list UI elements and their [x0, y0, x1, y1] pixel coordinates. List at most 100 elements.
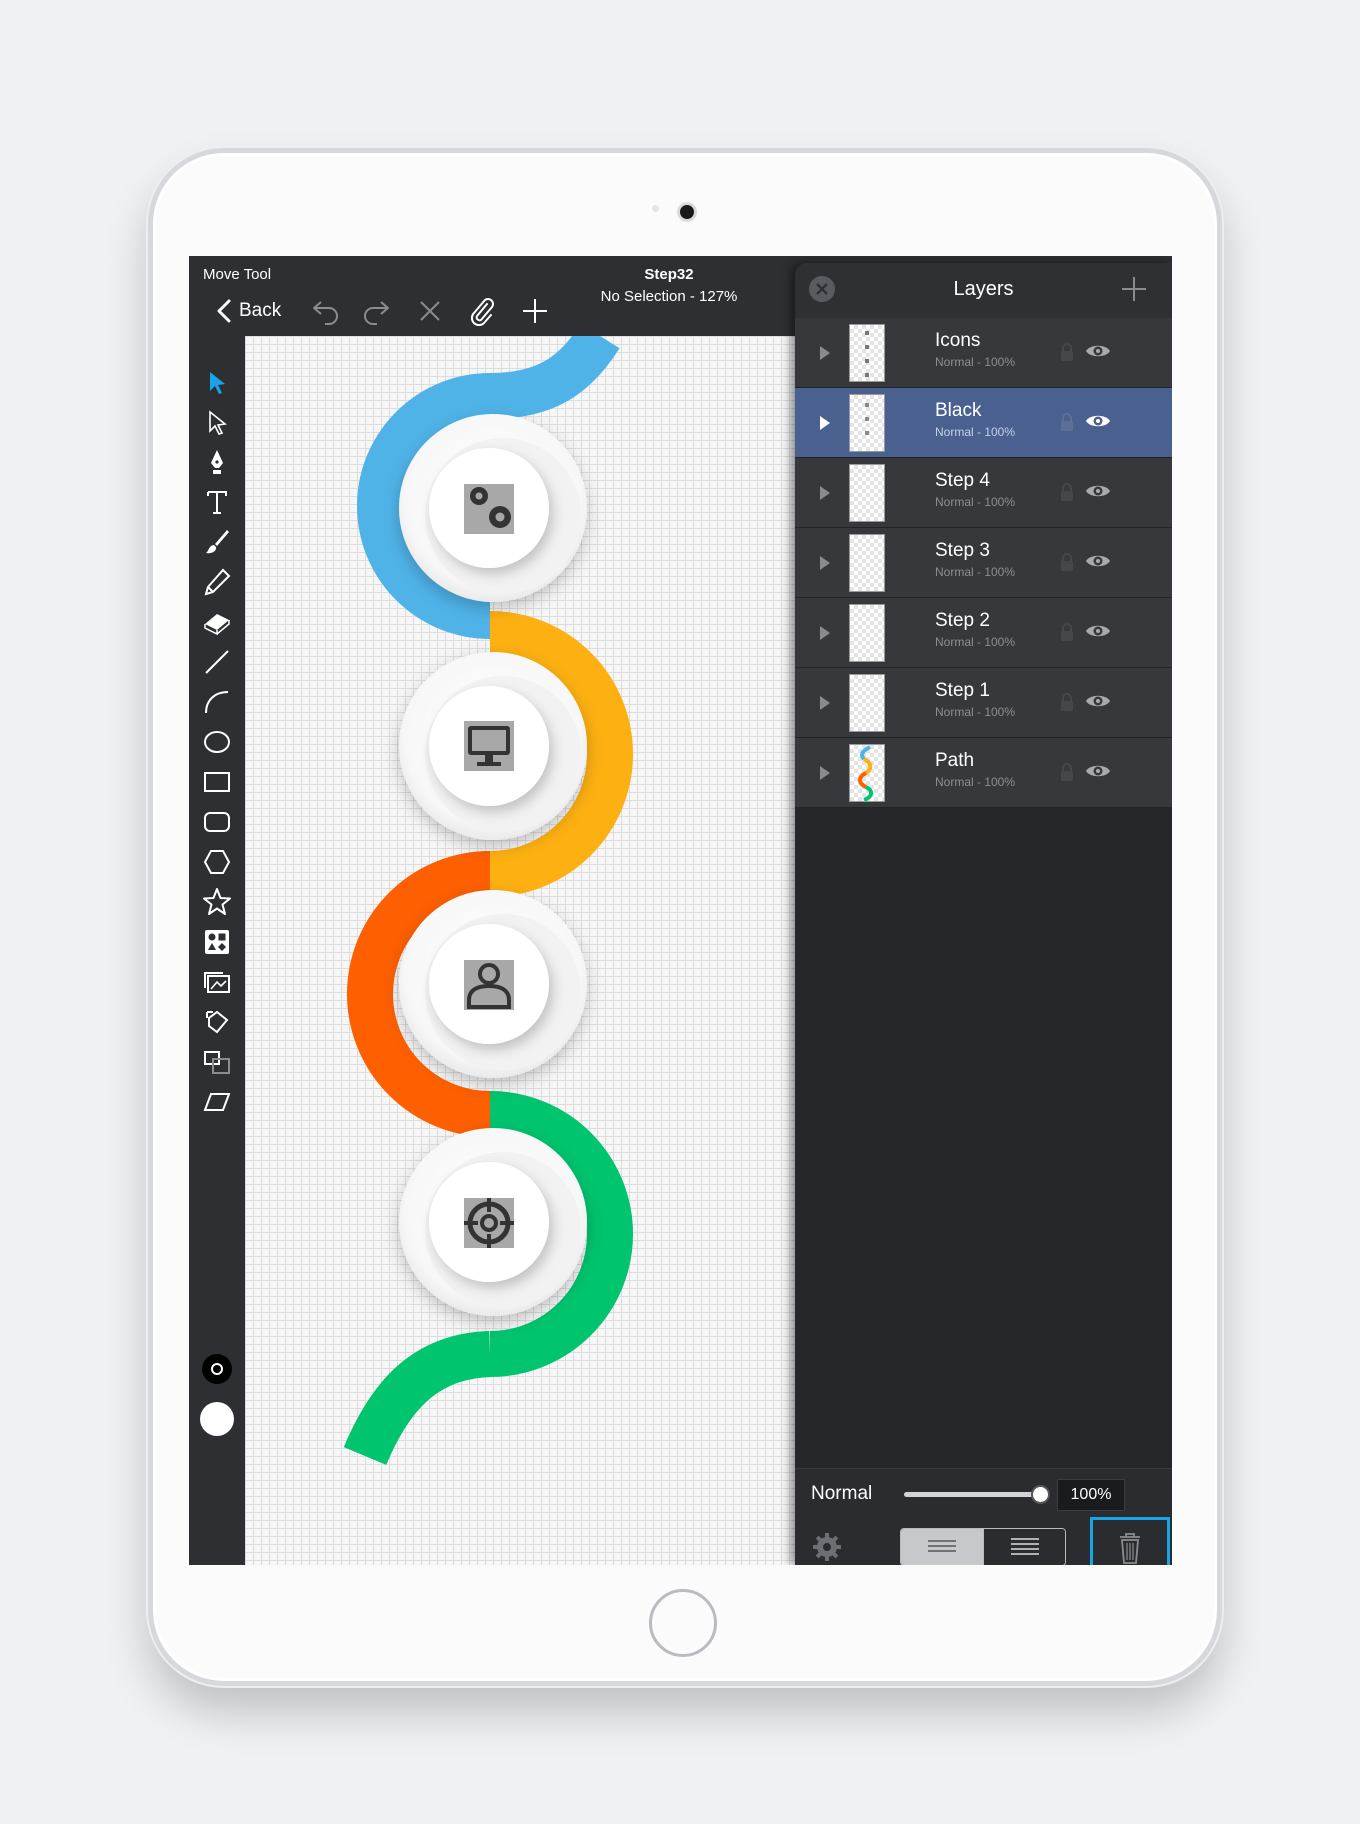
text-tool-icon[interactable] — [201, 486, 233, 518]
layer-view-toggle — [900, 1528, 1066, 1565]
line-tool-icon[interactable] — [201, 646, 233, 678]
opacity-slider[interactable] — [904, 1492, 1044, 1497]
layer-thumbnail — [849, 394, 885, 452]
pen-tool-icon[interactable] — [201, 446, 233, 478]
gear-icon[interactable] — [811, 1531, 843, 1563]
layers-title: Layers — [953, 278, 1014, 300]
compact-view-button[interactable] — [901, 1529, 983, 1565]
lock-icon[interactable] — [1059, 622, 1075, 642]
current-tool-label: Move Tool — [203, 266, 272, 283]
expanded-view-button[interactable] — [983, 1529, 1065, 1565]
layer-mode: Normal - 100% — [935, 425, 1016, 439]
layer-name: Icons — [935, 330, 981, 351]
add-icon[interactable] — [520, 296, 550, 326]
transform-tool-icon[interactable] — [201, 1006, 233, 1038]
opacity-value[interactable]: 100% — [1057, 1479, 1125, 1511]
move-tool-icon[interactable] — [201, 366, 233, 398]
layer-row-step-2[interactable]: Step 2 Normal - 100% — [795, 598, 1172, 668]
layer-mode: Normal - 100% — [935, 355, 1016, 369]
path-segment-bottom-green — [343, 1331, 492, 1466]
arc-tool-icon[interactable] — [201, 686, 233, 718]
lock-icon[interactable] — [1059, 692, 1075, 712]
layer-thumbnail — [849, 744, 885, 802]
layer-thumbnail — [849, 324, 885, 382]
list-compact-icon — [928, 1540, 956, 1552]
visibility-eye-icon[interactable] — [1085, 762, 1111, 780]
visibility-eye-icon[interactable] — [1085, 342, 1111, 360]
back-button[interactable]: Back — [239, 300, 281, 322]
trash-icon — [1120, 1533, 1140, 1564]
layer-row-step-3[interactable]: Step 3 Normal - 100% — [795, 528, 1172, 598]
layer-row-black[interactable]: Black Normal - 100% — [795, 388, 1172, 458]
star-tool-icon[interactable] — [201, 886, 233, 918]
step-4-badge[interactable] — [399, 1128, 587, 1316]
layer-name: Step 1 — [935, 680, 990, 701]
layers-panel: Layers Icons Normal - 100% Black Normal … — [795, 263, 1172, 1565]
visibility-eye-icon[interactable] — [1085, 482, 1111, 500]
add-layer-icon[interactable] — [1119, 274, 1149, 304]
visibility-eye-icon[interactable] — [1085, 692, 1111, 710]
layer-row-icons[interactable]: Icons Normal - 100% — [795, 318, 1172, 388]
brush-tool-icon[interactable] — [201, 526, 233, 558]
close-icon[interactable] — [809, 276, 835, 302]
lock-icon[interactable] — [1059, 412, 1075, 432]
expand-icon[interactable] — [820, 346, 830, 360]
redo-icon[interactable] — [361, 296, 391, 326]
expand-icon[interactable] — [820, 766, 830, 780]
lock-icon[interactable] — [1059, 552, 1075, 572]
layer-name: Step 3 — [935, 540, 990, 561]
list-expanded-icon — [1011, 1538, 1039, 1555]
lock-icon[interactable] — [1059, 342, 1075, 362]
visibility-eye-icon[interactable] — [1085, 552, 1111, 570]
opacity-slider-knob[interactable] — [1031, 1485, 1050, 1504]
lock-icon[interactable] — [1059, 482, 1075, 502]
layer-mode: Normal - 100% — [935, 705, 1016, 719]
tool-palette — [189, 336, 245, 1565]
layer-mode: Normal - 100% — [935, 775, 1016, 789]
sensor — [652, 205, 659, 212]
chevron-left-icon[interactable] — [216, 299, 232, 323]
layer-thumbnail — [849, 604, 885, 662]
lock-icon[interactable] — [1059, 762, 1075, 782]
expand-icon[interactable] — [820, 626, 830, 640]
drawing-canvas[interactable] — [245, 336, 800, 1565]
pencil-tool-icon[interactable] — [201, 566, 233, 598]
home-button[interactable] — [649, 1589, 717, 1657]
rounded-rect-tool-icon[interactable] — [201, 806, 233, 838]
expand-icon[interactable] — [820, 696, 830, 710]
expand-icon[interactable] — [820, 486, 830, 500]
layer-row-step-4[interactable]: Step 4 Normal - 100% — [795, 458, 1172, 528]
blend-mode-selector[interactable]: Normal — [811, 1483, 872, 1505]
import-image-icon[interactable] — [201, 966, 233, 998]
layers-header: Layers — [795, 263, 1172, 318]
infographic-artwork[interactable] — [245, 336, 800, 1565]
step-3-badge[interactable] — [399, 890, 587, 1078]
undo-icon[interactable] — [311, 296, 341, 326]
paperclip-icon[interactable] — [467, 296, 497, 326]
visibility-eye-icon[interactable] — [1085, 412, 1111, 430]
expand-icon[interactable] — [820, 556, 830, 570]
path-segment-top-blue — [489, 336, 620, 419]
stroke-color-swatch[interactable] — [202, 1354, 232, 1384]
delete-layer-button[interactable] — [1090, 1517, 1170, 1565]
layer-mode: Normal - 100% — [935, 635, 1016, 649]
visibility-eye-icon[interactable] — [1085, 622, 1111, 640]
arrange-tool-icon[interactable] — [201, 1046, 233, 1078]
layer-name: Step 4 — [935, 470, 990, 491]
step-1-badge[interactable] — [399, 414, 587, 602]
ellipse-tool-icon[interactable] — [201, 726, 233, 758]
layer-row-step-1[interactable]: Step 1 Normal - 100% — [795, 668, 1172, 738]
step-2-badge[interactable] — [399, 652, 587, 840]
direct-select-icon[interactable] — [201, 406, 233, 438]
skew-tool-icon[interactable] — [201, 1086, 233, 1118]
layers-footer: Normal 100% — [795, 1468, 1172, 1565]
layer-row-path[interactable]: Path Normal - 100% — [795, 738, 1172, 808]
eraser-tool-icon[interactable] — [201, 606, 233, 638]
polygon-tool-icon[interactable] — [201, 846, 233, 878]
document-status: No Selection - 127% — [600, 288, 738, 305]
delete-selection-icon[interactable] — [415, 296, 445, 326]
expand-icon[interactable] — [820, 416, 830, 430]
rectangle-tool-icon[interactable] — [201, 766, 233, 798]
shapes-library-icon[interactable] — [201, 926, 233, 958]
fill-color-swatch[interactable] — [200, 1402, 234, 1436]
